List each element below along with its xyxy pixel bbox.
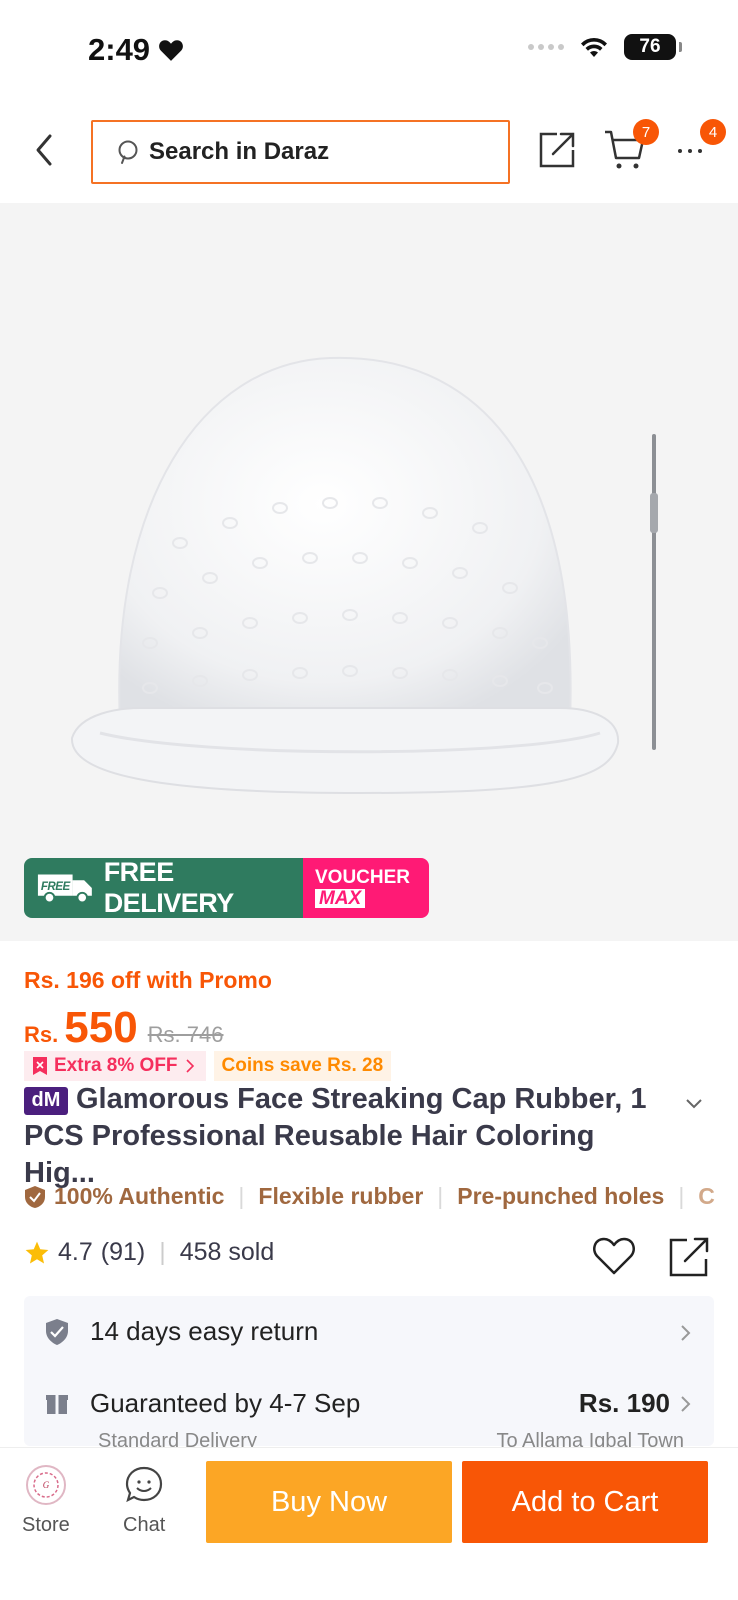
search-input[interactable]: Search in Daraz	[91, 120, 510, 184]
bottom-action-bar: G Store Chat Buy Now Add to Cart	[0, 1447, 738, 1600]
status-right: 76	[528, 34, 682, 60]
max-text: MAX	[315, 889, 366, 908]
feature-divider: |	[238, 1183, 245, 1209]
chat-label: Chat	[123, 1514, 166, 1536]
return-text: 14 days easy return	[90, 1316, 319, 1346]
promo-discount-text[interactable]: Rs. 196 off with Promo	[24, 967, 272, 994]
top-header: Search in Daraz 7 4	[0, 112, 738, 192]
chevron-down-icon[interactable]	[684, 1097, 704, 1111]
rating-count: (91)	[100, 1238, 146, 1266]
cart-button[interactable]: 7	[603, 119, 659, 174]
status-bar: 2:49 76	[0, 0, 738, 100]
delivery-price-row[interactable]: Rs. 190	[579, 1388, 692, 1419]
product-title-block[interactable]: dM Glamorous Face Streaking Cap Rubber, 1…	[24, 1081, 714, 1192]
coins-chip[interactable]: Coins save Rs. 28	[213, 1051, 392, 1081]
feature-authentic: 100% Authentic	[54, 1183, 225, 1209]
product-title: dM Glamorous Face Streaking Cap Rubber, 1…	[24, 1081, 664, 1192]
product-title-text: Glamorous Face Streaking Cap Rubber, 1 P…	[24, 1083, 647, 1189]
price-currency: Rs.	[24, 1022, 59, 1047]
more-badge: 4	[700, 119, 726, 145]
delivery-row[interactable]: Guaranteed by 4-7 Sep	[44, 1388, 360, 1419]
original-price: Rs. 746	[147, 1022, 224, 1047]
product-image[interactable]: FREE FREE DELIVERY VOUCHER MAX	[0, 203, 738, 941]
feature-flexible: Flexible rubber	[258, 1183, 424, 1209]
time-text: 2:49	[88, 32, 151, 67]
extra-off-chip[interactable]: Extra 8% OFF	[24, 1051, 206, 1081]
status-time: 2:49	[88, 32, 184, 68]
offer-chips: Extra 8% OFF Coins save Rs. 28	[24, 1051, 392, 1081]
store-logo-icon: G	[25, 1465, 66, 1505]
authentic-shield-icon	[25, 1185, 45, 1208]
free-delivery-section: FREE FREE DELIVERY	[24, 858, 303, 918]
search-icon	[118, 140, 138, 164]
battery-level: 76	[639, 36, 661, 57]
extra-off-text: Extra 8% OFF	[54, 1055, 178, 1076]
rating-divider: |	[159, 1238, 166, 1266]
feature-divider: |	[437, 1183, 444, 1209]
battery-icon: 76	[624, 34, 682, 60]
share-product-icon[interactable]	[667, 1235, 711, 1279]
wifi-icon	[581, 37, 607, 57]
store-button[interactable]: G Store	[22, 1464, 70, 1537]
add-to-cart-button[interactable]: Add to Cart	[462, 1461, 708, 1543]
chevron-right-icon[interactable]	[680, 1324, 692, 1342]
chat-icon	[126, 1466, 163, 1503]
return-shield-icon	[46, 1318, 68, 1345]
voucher-text: VOUCHER	[315, 867, 411, 888]
feature-divider: |	[678, 1183, 685, 1209]
rating-row[interactable]: 4.7 (91) | 458 sold	[24, 1238, 274, 1267]
delivery-truck-icon: FREE	[37, 874, 92, 904]
feature-holes: Pre-punched holes	[457, 1183, 665, 1209]
store-label: Store	[22, 1514, 70, 1536]
price-row: Rs. 550 Rs. 746	[24, 1003, 224, 1053]
coins-text: Coins save Rs. 28	[221, 1055, 384, 1076]
feature-truncated: C	[698, 1183, 715, 1209]
signal-icon	[528, 44, 564, 50]
brand-logo: dM	[24, 1086, 68, 1115]
wishlist-heart-icon[interactable]	[592, 1235, 636, 1277]
sold-count: 458 sold	[179, 1238, 275, 1266]
streaking-cap-image	[70, 356, 658, 795]
free-delivery-text: FREE DELIVERY	[103, 858, 235, 918]
package-icon	[46, 1394, 68, 1414]
search-placeholder: Search in Daraz	[149, 138, 330, 165]
voucher-icon	[33, 1057, 47, 1075]
delivery-price: Rs. 190	[578, 1388, 670, 1418]
voucher-max-section: VOUCHER MAX	[303, 858, 429, 918]
cart-badge: 7	[633, 119, 659, 145]
star-icon	[25, 1241, 49, 1264]
svg-text:G: G	[43, 1480, 50, 1490]
price-value: 550	[64, 1003, 138, 1052]
share-icon[interactable]	[535, 128, 579, 172]
delivery-text: Guaranteed by 4-7 Sep	[90, 1388, 361, 1418]
feature-tags: 100% Authentic | Flexible rubber | Pre-p…	[24, 1183, 738, 1210]
chevron-right-icon	[681, 1395, 691, 1412]
free-delivery-banner: FREE FREE DELIVERY VOUCHER MAX	[24, 858, 429, 918]
chevron-right-icon	[185, 1059, 194, 1073]
return-policy-row[interactable]: 14 days easy return	[44, 1316, 318, 1347]
back-arrow-icon[interactable]	[30, 130, 60, 170]
heart-status-icon	[159, 40, 183, 61]
free-tag-text: FREE	[41, 881, 71, 893]
chat-button[interactable]: Chat	[123, 1464, 165, 1537]
buy-now-button[interactable]: Buy Now	[206, 1461, 452, 1543]
service-panel: 14 days easy return Guaranteed by 4-7 Se…	[24, 1296, 714, 1452]
more-button[interactable]: 4	[675, 119, 726, 174]
rating-score: 4.7	[58, 1238, 93, 1266]
